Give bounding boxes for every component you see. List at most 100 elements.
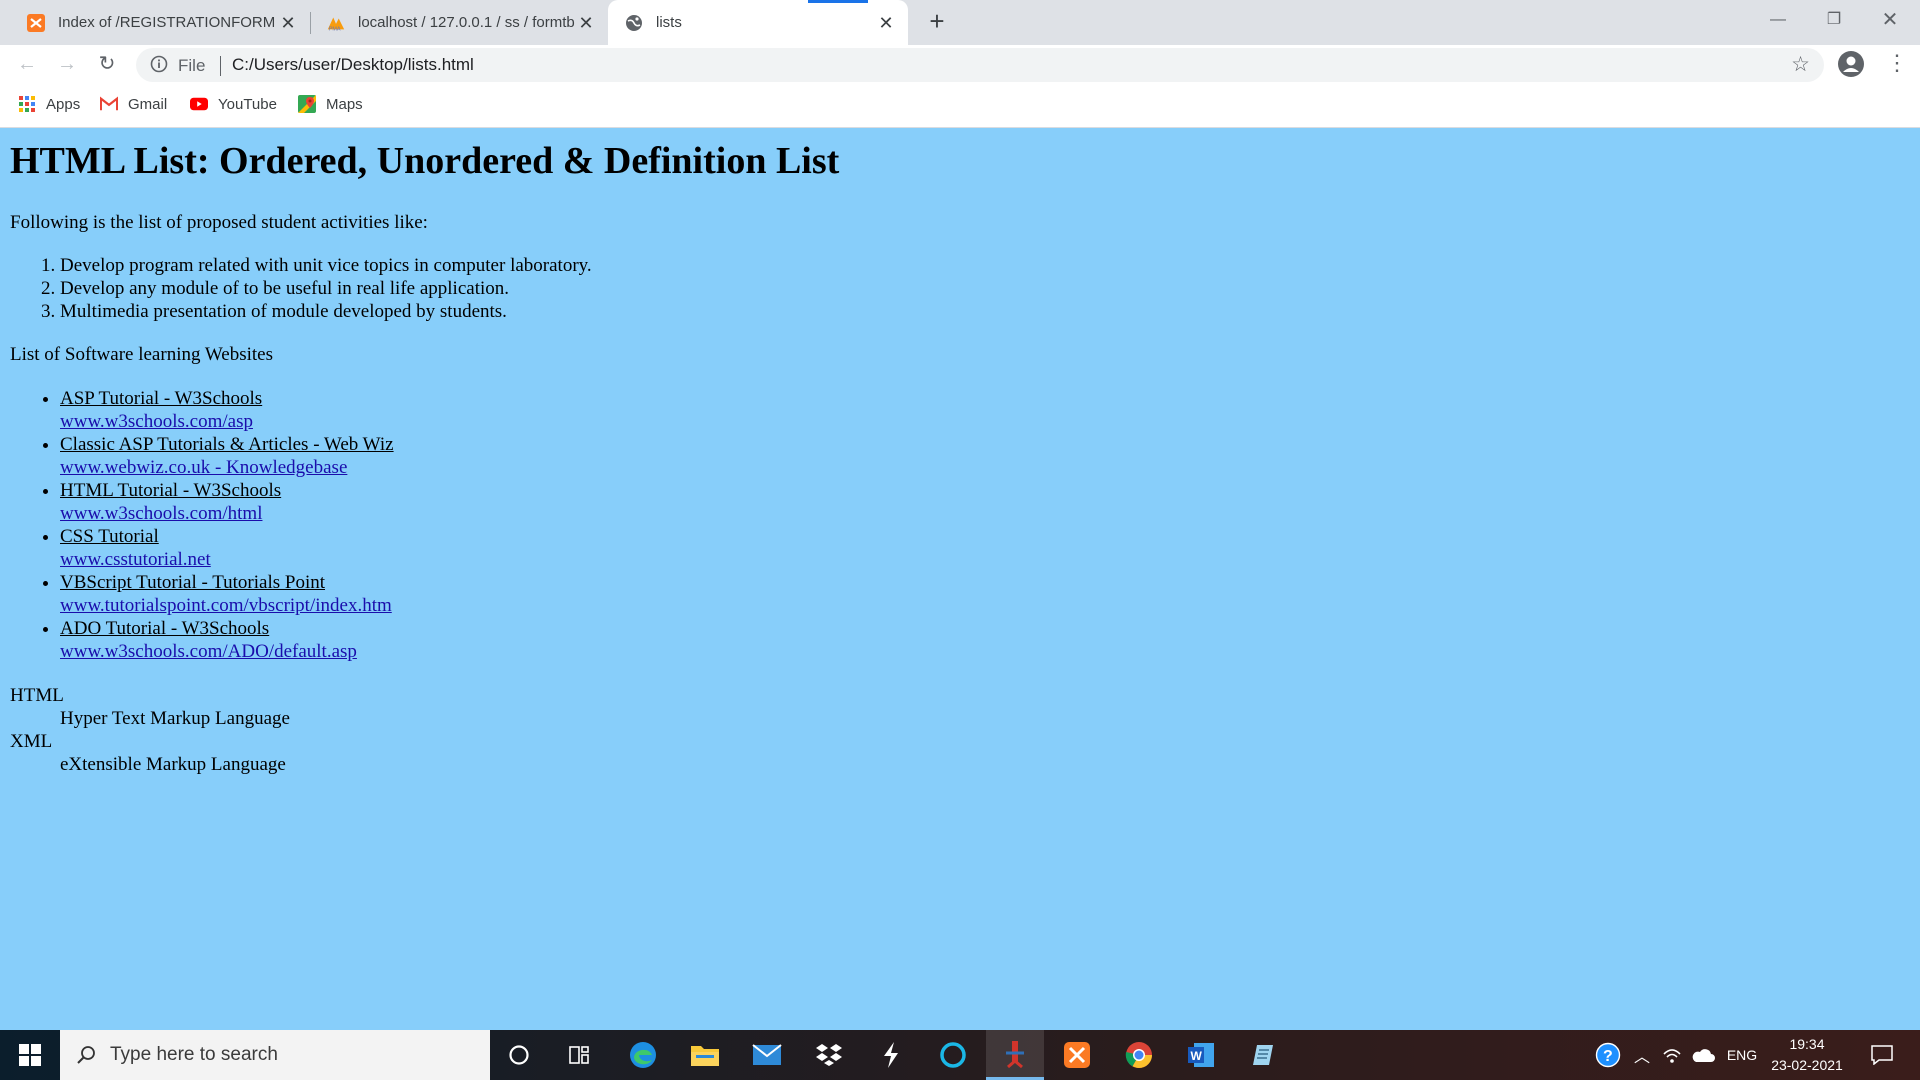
star-icon[interactable]: ☆ [1791, 52, 1810, 77]
cortana-alexa-app[interactable] [924, 1030, 982, 1080]
alexa-ring-icon [940, 1042, 966, 1068]
new-tab-button[interactable]: + [923, 8, 951, 36]
bookmark-gmail[interactable]: Gmail [100, 95, 167, 113]
task-view-button[interactable] [550, 1030, 608, 1080]
close-tab-icon[interactable]: ✕ [876, 13, 896, 33]
lightning-icon [884, 1042, 898, 1068]
xampp-app[interactable] [1048, 1030, 1106, 1080]
info-icon[interactable] [150, 55, 168, 73]
sublime-app[interactable] [862, 1030, 920, 1080]
website-list-item: ADO Tutorial - W3Schools www.w3schools.c… [60, 617, 394, 663]
website-title-link[interactable]: HTML Tutorial - W3Schools [60, 480, 281, 501]
system-clock[interactable]: 19:34 23-02-2021 [1765, 1034, 1849, 1076]
protocol-label: File [178, 56, 206, 75]
address-bar[interactable]: File C:/Users/user/Desktop/lists.html ☆ [136, 48, 1824, 82]
tab-index-registrationform[interactable]: Index of /REGISTRATIONFORM ✕ [0, 0, 310, 45]
activities-ordered-list: Develop program related with unit vice t… [10, 254, 592, 323]
maps-icon [298, 95, 316, 113]
website-title-link[interactable]: ASP Tutorial - W3Schools [60, 388, 262, 409]
website-title-link[interactable]: ADO Tutorial - W3Schools [60, 618, 269, 639]
website-list-item: ASP Tutorial - W3Schools www.w3schools.c… [60, 387, 394, 433]
chrome-icon [1125, 1042, 1153, 1069]
website-url-link[interactable]: www.csstutorial.net [60, 549, 211, 570]
bookmark-label: Gmail [128, 95, 168, 113]
language-indicator[interactable]: ENG [1720, 1030, 1764, 1080]
clock-date: 23-02-2021 [1771, 1057, 1843, 1073]
tab-lists[interactable]: lists ✕ [608, 0, 908, 45]
website-url-link[interactable]: www.w3schools.com/html [60, 503, 262, 524]
websites-intro: List of Software learning Websites [10, 344, 274, 365]
dropbox-icon [816, 1044, 842, 1066]
svg-text:W: W [1191, 1049, 1203, 1063]
close-window-button[interactable]: ✕ [1862, 0, 1918, 40]
definition-list: HTML Hyper Text Markup Language XML eXte… [10, 684, 290, 776]
websites-unordered-list: ASP Tutorial - W3Schools www.w3schools.c… [10, 387, 394, 663]
ordered-list-item: Multimedia presentation of module develo… [60, 300, 592, 323]
notepad-app[interactable] [1234, 1030, 1292, 1080]
apps-grid-icon [18, 95, 36, 113]
ordered-list-item: Develop program related with unit vice t… [60, 254, 592, 277]
bookmark-maps[interactable]: Maps [298, 95, 363, 113]
notification-center-icon[interactable] [1862, 1030, 1902, 1080]
website-url-link[interactable]: www.webwiz.co.uk - Knowledgebase [60, 457, 347, 478]
website-title-link[interactable]: VBScript Tutorial - Tutorials Point [60, 572, 325, 593]
word-app[interactable]: W [1172, 1030, 1230, 1080]
clock-time: 19:34 [1789, 1036, 1825, 1052]
forward-button[interactable]: → [52, 49, 82, 79]
back-button[interactable]: ← [12, 49, 42, 79]
help-icon[interactable]: ? [1590, 1030, 1626, 1080]
chrome-app[interactable] [1110, 1030, 1168, 1080]
page-content: HTML List: Ordered, Unordered & Definiti… [0, 128, 1920, 1030]
bookmark-youtube[interactable]: YouTube [190, 95, 277, 113]
close-tab-icon[interactable]: ✕ [278, 13, 298, 33]
website-list-item: Classic ASP Tutorials & Articles - Web W… [60, 433, 394, 479]
xampp-icon [1064, 1042, 1090, 1068]
reload-button[interactable]: ↻ [92, 49, 122, 79]
start-button[interactable] [0, 1030, 60, 1080]
bookmark-label: Maps [326, 95, 363, 113]
website-title-link[interactable]: CSS Tutorial [60, 526, 159, 547]
edge-icon [630, 1042, 656, 1068]
mail-app[interactable] [738, 1030, 796, 1080]
page-heading: HTML List: Ordered, Unordered & Definiti… [10, 140, 840, 182]
definition-term: XML [10, 731, 53, 752]
tab-localhost-phpmyadmin[interactable]: PMA localhost / 127.0.0.1 / ss / formtb … [310, 0, 608, 45]
definition-description: Hyper Text Markup Language [60, 708, 290, 729]
cortana-button[interactable] [490, 1030, 548, 1080]
browser-toolbar: ← → ↻ File C:/Users/user/Desktop/lists.h… [0, 45, 1920, 83]
wifi-icon[interactable] [1658, 1030, 1686, 1080]
restore-button[interactable]: ❐ [1806, 0, 1862, 40]
profile-avatar[interactable] [1838, 51, 1864, 77]
edge-app[interactable] [614, 1030, 672, 1080]
globe-icon [624, 13, 644, 33]
mail-icon [752, 1044, 782, 1065]
website-url-link[interactable]: www.tutorialspoint.com/vbscript/index.ht… [60, 595, 392, 616]
chevron-up-icon[interactable]: ︿ [1630, 1030, 1654, 1080]
svg-text:?: ? [1603, 1048, 1613, 1065]
folder-icon [691, 1046, 719, 1066]
tab-title: localhost / 127.0.0.1 / ss / formtb [358, 14, 575, 31]
phpmyadmin-icon: PMA [326, 13, 346, 33]
definition-description: eXtensible Markup Language [60, 754, 286, 775]
file-explorer-app[interactable] [676, 1030, 734, 1080]
onedrive-cloud-icon[interactable] [1688, 1030, 1718, 1080]
website-list-item: VBScript Tutorial - Tutorials Point www.… [60, 571, 394, 617]
bookmark-label: YouTube [218, 95, 277, 113]
website-title-link[interactable]: Classic ASP Tutorials & Articles - Web W… [60, 434, 394, 455]
bookmark-label: Apps [46, 95, 81, 113]
website-url-link[interactable]: www.w3schools.com/asp [60, 411, 253, 432]
definition-term: HTML [10, 685, 64, 706]
xampp-icon [26, 13, 46, 33]
bookmark-apps[interactable]: Apps [18, 95, 80, 113]
svg-text:PMA: PMA [329, 26, 341, 32]
close-tab-icon[interactable]: ✕ [576, 13, 596, 33]
minimize-button[interactable]: — [1750, 0, 1806, 40]
tab-title: Index of /REGISTRATIONFORM [58, 14, 276, 31]
filezilla-app[interactable] [986, 1030, 1044, 1080]
taskbar-search-box[interactable]: Type here to search [60, 1030, 490, 1080]
search-placeholder: Type here to search [110, 1044, 278, 1065]
url-text[interactable]: C:/Users/user/Desktop/lists.html [232, 55, 474, 75]
dropbox-app[interactable] [800, 1030, 858, 1080]
menu-icon[interactable]: ⋮ [1886, 51, 1908, 77]
website-url-link[interactable]: www.w3schools.com/ADO/default.asp [60, 641, 357, 662]
